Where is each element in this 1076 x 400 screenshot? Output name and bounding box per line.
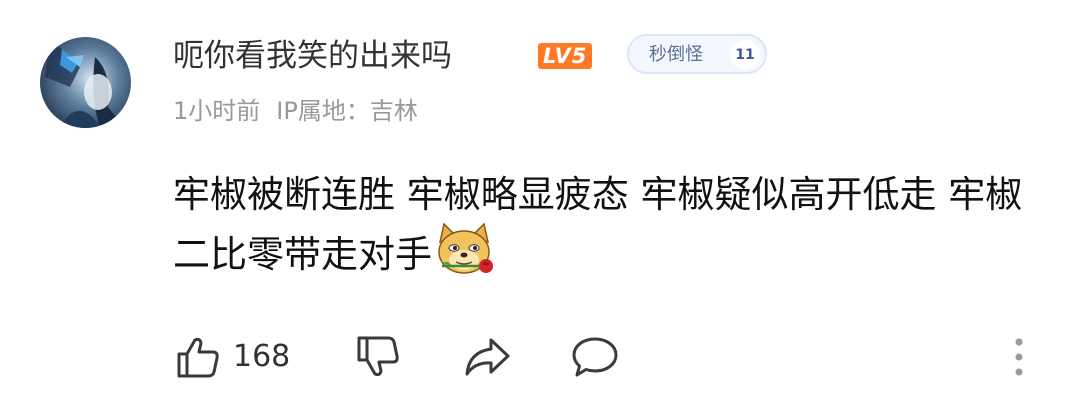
more-vertical-icon — [1015, 338, 1023, 376]
comment-content: 牢椒被断连胜 牢椒略显疲态 牢椒疑似高开低走 牢椒二比零带走对手 — [173, 165, 1023, 285]
comment-text: 牢椒被断连胜 牢椒略显疲态 牢椒疑似高开低走 牢椒二比零带走对手 — [173, 173, 1023, 276]
doge-rose-emoji — [432, 222, 496, 280]
medal-name: 秒倒怪 — [649, 44, 703, 65]
comment-time: 1小时前 — [173, 97, 261, 125]
comment-bubble-icon — [572, 337, 618, 377]
share-icon — [465, 338, 510, 376]
like-button[interactable]: 168 — [175, 333, 290, 381]
level-badge: LV5 — [538, 43, 593, 69]
like-count: 168 — [233, 339, 291, 374]
username[interactable]: 呃你看我笑的出来吗 — [173, 34, 452, 78]
thumbs-down-icon — [357, 336, 399, 377]
ip-location: IP属地：吉林 — [276, 97, 418, 125]
share-button[interactable] — [463, 333, 511, 381]
dislike-button[interactable] — [355, 333, 401, 381]
medal-level: 11 — [730, 40, 760, 70]
fan-medal[interactable]: 秒倒怪 11 — [627, 34, 767, 74]
more-options-button[interactable] — [1008, 334, 1030, 380]
thumbs-up-icon — [177, 337, 219, 378]
reply-button[interactable] — [571, 333, 619, 381]
user-avatar[interactable] — [40, 37, 131, 128]
comment-meta: 1小时前 IP属地：吉林 — [173, 94, 418, 128]
